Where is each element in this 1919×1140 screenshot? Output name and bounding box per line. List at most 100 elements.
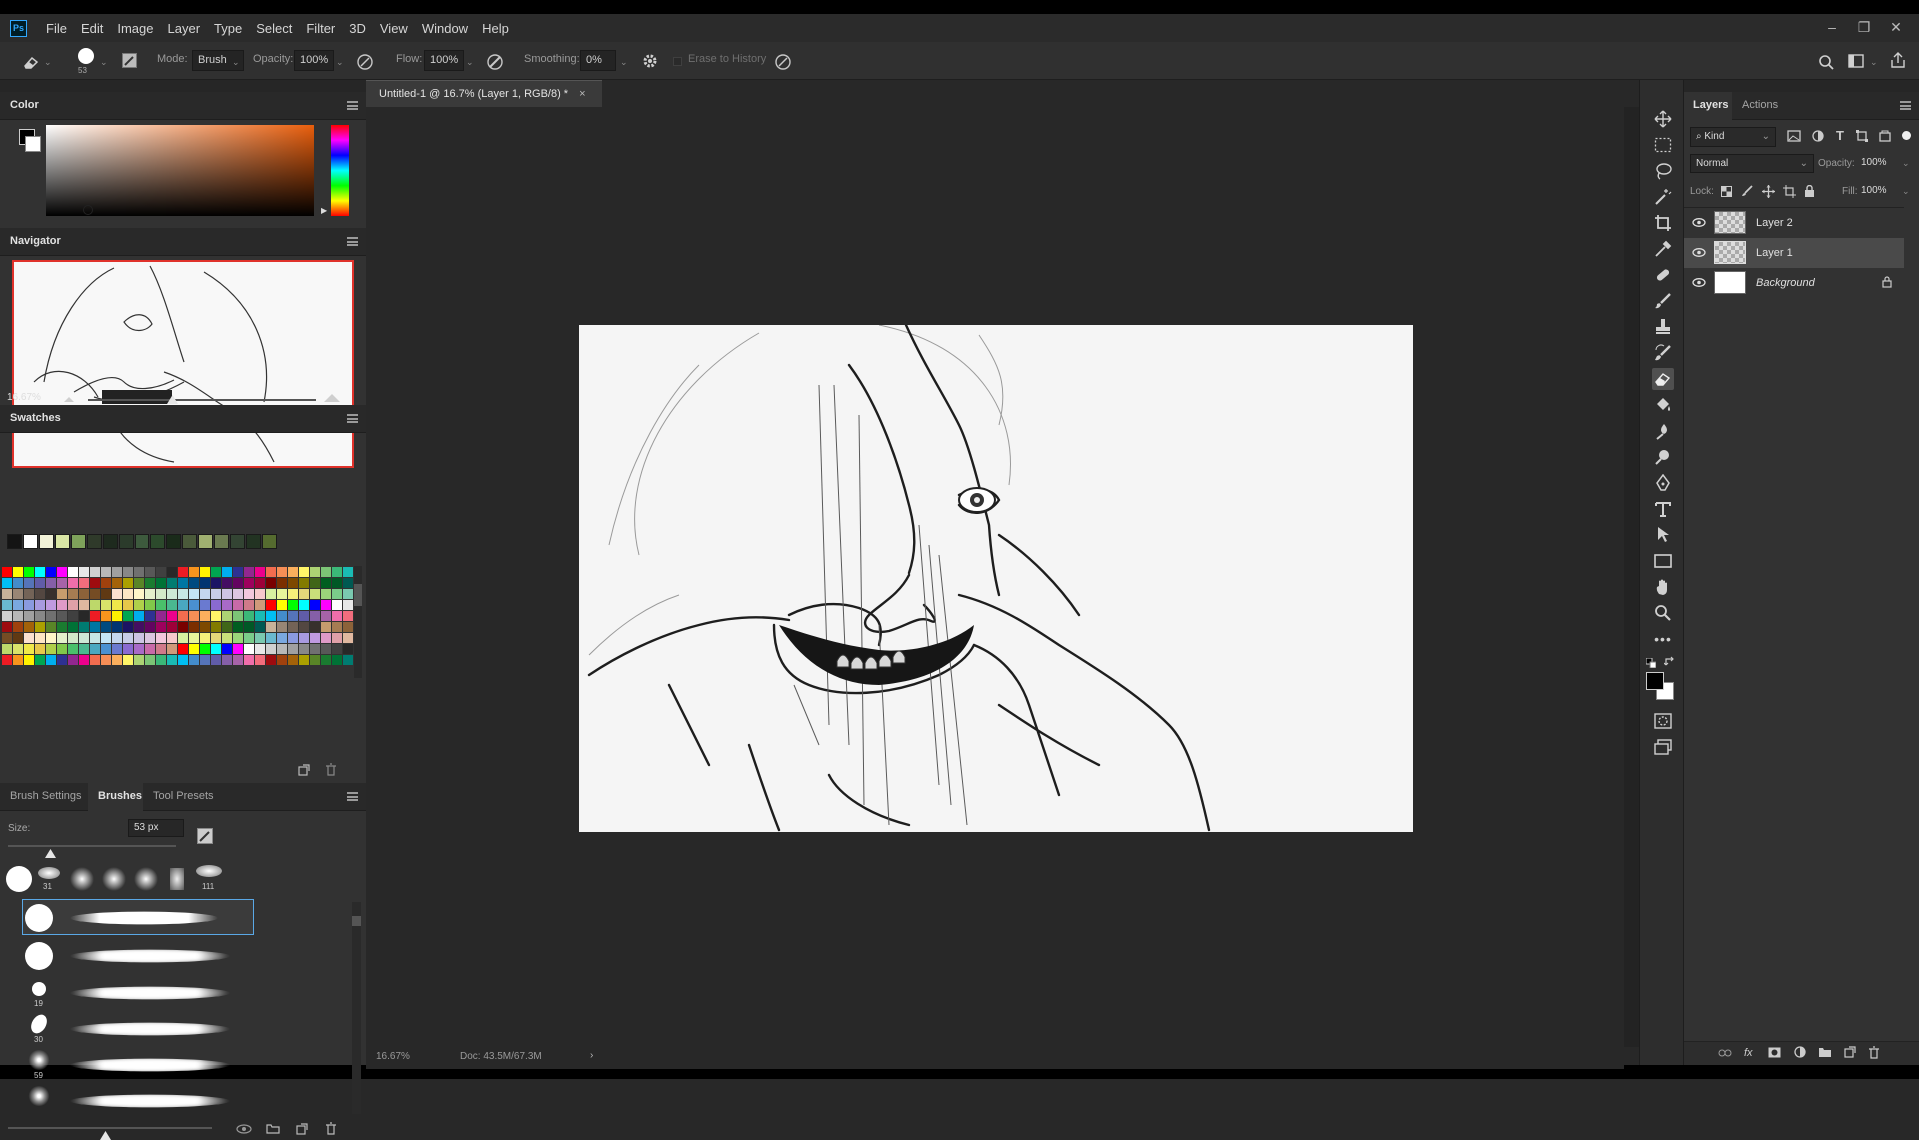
color-panel-title[interactable]: Color — [10, 99, 39, 111]
swatch-cell[interactable] — [79, 655, 89, 665]
swatch-cell[interactable] — [178, 644, 188, 654]
swatch-cell[interactable] — [178, 567, 188, 577]
swatch-cell[interactable] — [189, 633, 199, 643]
swatch-cell[interactable] — [255, 633, 265, 643]
delete-layer-icon[interactable] — [1868, 1046, 1880, 1059]
recent-swatch-9[interactable] — [150, 534, 166, 549]
swatch-cell[interactable] — [211, 611, 221, 621]
swatch-cell[interactable] — [79, 611, 89, 621]
paint-bucket-tool-icon[interactable] — [1652, 394, 1674, 416]
swatch-cell[interactable] — [310, 622, 320, 632]
swatch-cell[interactable] — [255, 622, 265, 632]
swap-colors-icon[interactable] — [1664, 656, 1676, 668]
swatch-cell[interactable] — [145, 578, 155, 588]
swatch-cell[interactable] — [90, 655, 100, 665]
recent-swatch-7[interactable] — [118, 534, 134, 549]
layers-panel-menu-icon[interactable] — [1900, 101, 1911, 110]
swatch-cell[interactable] — [24, 644, 34, 654]
swatch-cell[interactable] — [13, 578, 23, 588]
swatch-cell[interactable] — [288, 633, 298, 643]
filter-pixel-icon[interactable] — [1787, 130, 1801, 142]
swatch-cell[interactable] — [288, 644, 298, 654]
document-tab-close-icon[interactable]: × — [579, 88, 585, 100]
filter-type-icon[interactable]: T — [1836, 128, 1844, 143]
swatch-cell[interactable] — [101, 622, 111, 632]
swatch-cell[interactable] — [35, 611, 45, 621]
recent-swatch-10[interactable] — [166, 534, 182, 549]
swatch-cell[interactable] — [189, 611, 199, 621]
swatch-cell[interactable] — [101, 655, 111, 665]
menu-type[interactable]: Type — [207, 21, 249, 36]
swatch-cell[interactable] — [134, 644, 144, 654]
eyedropper-tool-icon[interactable] — [1652, 238, 1674, 260]
recent-brush-soft-2[interactable] — [102, 867, 126, 891]
opacity-input[interactable]: 100% — [294, 50, 334, 71]
swatch-cell[interactable] — [321, 567, 331, 577]
menu-select[interactable]: Select — [249, 21, 299, 36]
swatch-cell[interactable] — [46, 611, 56, 621]
swatch-cell[interactable] — [299, 567, 309, 577]
collapse-strip[interactable] — [0, 80, 366, 92]
swatch-cell[interactable] — [277, 655, 287, 665]
swatch-cell[interactable] — [101, 578, 111, 588]
dodge-tool-icon[interactable] — [1652, 446, 1674, 468]
visibility-eye-icon[interactable] — [1692, 278, 1706, 287]
swatch-cell[interactable] — [46, 633, 56, 643]
swatch-cell[interactable] — [321, 578, 331, 588]
swatch-cell[interactable] — [90, 644, 100, 654]
swatch-cell[interactable] — [57, 611, 67, 621]
swatch-cell[interactable] — [178, 589, 188, 599]
swatch-cell[interactable] — [233, 567, 243, 577]
swatch-cell[interactable] — [266, 567, 276, 577]
gear-icon[interactable] — [642, 53, 658, 69]
swatch-cell[interactable] — [156, 578, 166, 588]
tab-actions[interactable]: Actions — [1742, 99, 1778, 111]
swatch-cell[interactable] — [134, 633, 144, 643]
swatch-cell[interactable] — [200, 644, 210, 654]
swatches-panel-menu-icon[interactable] — [347, 414, 358, 423]
swatch-cell[interactable] — [277, 644, 287, 654]
swatch-cell[interactable] — [321, 622, 331, 632]
swatch-cell[interactable] — [178, 578, 188, 588]
swatch-cell[interactable] — [299, 611, 309, 621]
recent-swatch-4[interactable] — [70, 534, 86, 549]
swatch-cell[interactable] — [233, 633, 243, 643]
canvas[interactable] — [579, 325, 1413, 832]
photoshop-logo-icon[interactable]: Ps — [10, 19, 27, 37]
brush-preview-size-slider[interactable] — [8, 1127, 212, 1129]
swatch-cell[interactable] — [244, 567, 254, 577]
opacity-chevron-icon[interactable]: ⌄ — [336, 57, 344, 68]
swatch-cell[interactable] — [189, 622, 199, 632]
swatch-cell[interactable] — [68, 567, 78, 577]
swatch-cell[interactable] — [57, 633, 67, 643]
swatch-cell[interactable] — [2, 567, 12, 577]
swatch-cell[interactable] — [255, 567, 265, 577]
swatch-cell[interactable] — [266, 578, 276, 588]
marquee-tool-icon[interactable] — [1652, 134, 1674, 156]
swatch-cell[interactable] — [288, 578, 298, 588]
swatch-cell[interactable] — [123, 622, 133, 632]
status-chevron-icon[interactable]: › — [590, 1050, 593, 1061]
background-color-swatch[interactable] — [25, 136, 41, 152]
swatch-cell[interactable] — [167, 622, 177, 632]
swatch-cell[interactable] — [145, 589, 155, 599]
swatch-cell[interactable] — [156, 567, 166, 577]
swatch-cell[interactable] — [2, 589, 12, 599]
swatch-cell[interactable] — [13, 600, 23, 610]
swatch-cell[interactable] — [255, 600, 265, 610]
swatch-cell[interactable] — [79, 622, 89, 632]
recent-swatch-6[interactable] — [102, 534, 118, 549]
healing-brush-tool-icon[interactable] — [1652, 264, 1674, 286]
menu-image[interactable]: Image — [110, 21, 160, 36]
swatch-cell[interactable] — [321, 633, 331, 643]
tab-brush-settings[interactable]: Brush Settings — [10, 790, 82, 802]
recent-swatch-5[interactable] — [86, 534, 102, 549]
brush-size-slider[interactable] — [8, 845, 176, 847]
swatch-cell[interactable] — [112, 578, 122, 588]
swatch-cell[interactable] — [332, 622, 342, 632]
swatch-cell[interactable] — [13, 567, 23, 577]
link-layers-icon[interactable] — [1718, 1049, 1732, 1057]
hue-slider-arrow-icon[interactable]: ▶ — [321, 206, 327, 215]
recent-swatch-14[interactable] — [230, 534, 246, 549]
swatch-cell[interactable] — [2, 622, 12, 632]
